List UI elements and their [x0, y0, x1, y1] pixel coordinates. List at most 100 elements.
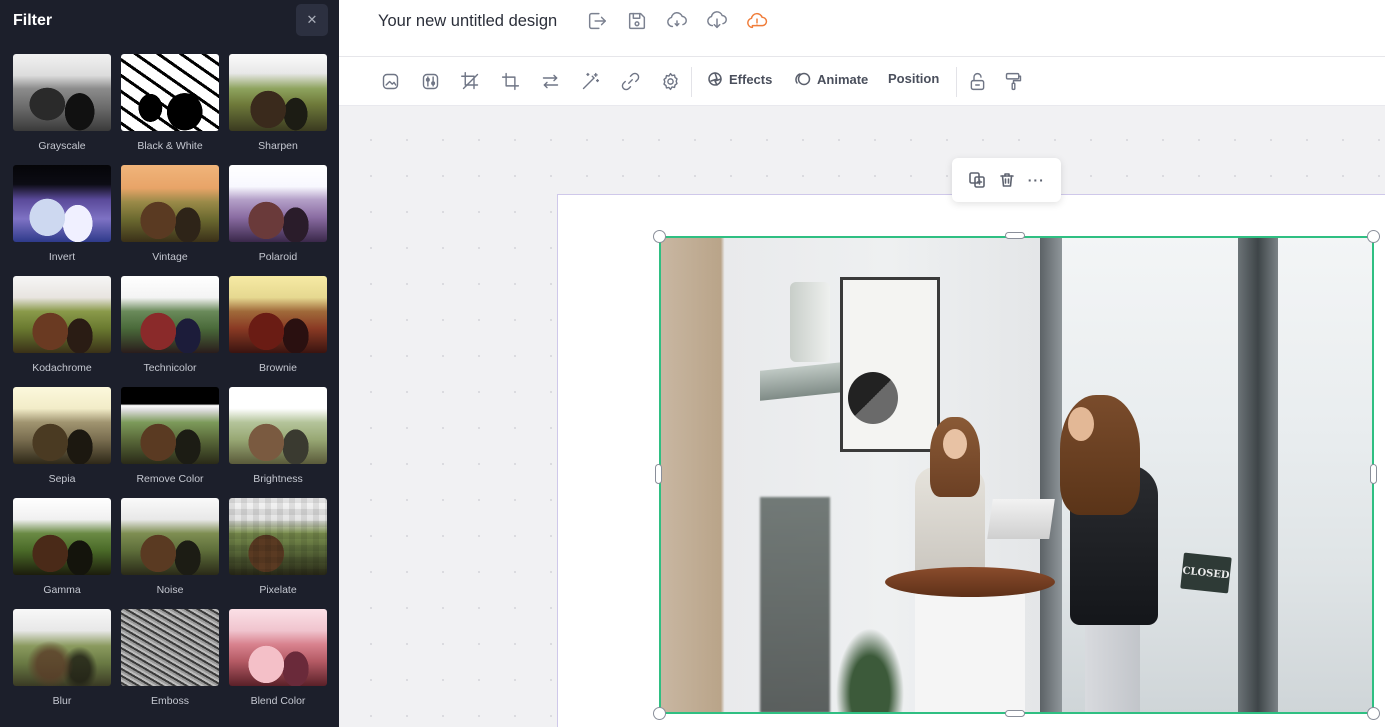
- photo-vase: [790, 282, 830, 362]
- filter-label: Emboss: [151, 695, 189, 707]
- effects-button[interactable]: Effects: [707, 71, 772, 87]
- filter-thumbnail: [121, 609, 219, 686]
- filter-thumbnail: [121, 165, 219, 242]
- filter-brightness[interactable]: Brightness: [229, 387, 327, 498]
- lock-button[interactable]: [965, 69, 989, 93]
- crop-icon: [460, 71, 478, 89]
- position-button[interactable]: Position: [888, 71, 939, 86]
- filter-thumbnail: [121, 498, 219, 575]
- delete-button[interactable]: [996, 169, 1018, 191]
- filter-noise[interactable]: Noise: [121, 498, 219, 609]
- filter-pixelate[interactable]: Pixelate: [229, 498, 327, 609]
- toolbar-divider: [691, 67, 692, 97]
- filter-polaroid[interactable]: Polaroid: [229, 165, 327, 276]
- filter-blur[interactable]: Blur: [13, 609, 111, 720]
- photo-window-frame: [1238, 237, 1278, 713]
- resize-button[interactable]: [498, 69, 522, 93]
- adjust-button[interactable]: [418, 69, 442, 93]
- photo-plant: [830, 617, 910, 713]
- top-header: Your new untitled design: [339, 0, 1385, 57]
- link-button[interactable]: [618, 69, 642, 93]
- crop-button[interactable]: [458, 69, 482, 93]
- filter-emboss[interactable]: Emboss: [121, 609, 219, 720]
- duplicate-icon: [968, 172, 985, 188]
- resize-handle-left[interactable]: [655, 464, 662, 484]
- photo-foreground-blur: [760, 497, 830, 713]
- filter-thumbnail: [13, 276, 111, 353]
- image-toolbar: Effects Animate Position: [339, 57, 1385, 106]
- animate-button[interactable]: Animate: [795, 71, 868, 87]
- toolbar-right-icons: [965, 69, 1025, 93]
- delete-icon: [999, 173, 1014, 187]
- toolbar-icons: [378, 69, 682, 93]
- filter-brownie[interactable]: Brownie: [229, 276, 327, 387]
- filter-vintage[interactable]: Vintage: [121, 165, 219, 276]
- duplicate-button[interactable]: [966, 169, 988, 191]
- filter-label: Gamma: [43, 584, 81, 596]
- resize-handle-bottom-right[interactable]: [1367, 707, 1380, 720]
- export-button[interactable]: [585, 9, 609, 33]
- download-icon: [707, 11, 727, 29]
- filter-technicolor[interactable]: Technicolor: [121, 276, 219, 387]
- download-button[interactable]: [705, 9, 729, 33]
- resize-icon: [501, 72, 519, 90]
- link-icon: [621, 72, 639, 90]
- filter-thumbnail: [13, 165, 111, 242]
- filter-sepia[interactable]: Sepia: [13, 387, 111, 498]
- filter-blend-color[interactable]: Blend Color: [229, 609, 327, 720]
- filter-thumbnail: [229, 54, 327, 131]
- close-panel-button[interactable]: ✕: [296, 4, 328, 36]
- filter-black-white[interactable]: Black & White: [121, 54, 219, 165]
- photo-art-circle: [848, 372, 898, 424]
- document-title[interactable]: Your new untitled design: [378, 12, 557, 31]
- copy-style-button[interactable]: [1001, 69, 1025, 93]
- filter-label: Blend Color: [250, 695, 306, 707]
- magic-wand-icon: [582, 72, 599, 89]
- filter-thumbnail: [13, 609, 111, 686]
- filter-thumbnail: [13, 387, 111, 464]
- resize-handle-top[interactable]: [1005, 232, 1025, 239]
- resize-handle-bottom-left[interactable]: [653, 707, 666, 720]
- filter-label: Black & White: [137, 140, 203, 152]
- filter-label: Technicolor: [143, 362, 197, 374]
- resize-handle-top-right[interactable]: [1367, 230, 1380, 243]
- photo-wall-art: [840, 277, 940, 452]
- toolbar-divider: [956, 67, 957, 97]
- sync-button[interactable]: [665, 9, 689, 33]
- filter-label: Invert: [48, 251, 76, 263]
- canvas-image[interactable]: CLOSED: [660, 237, 1373, 713]
- filter-label: Grayscale: [38, 140, 86, 152]
- flip-button[interactable]: [538, 69, 562, 93]
- cloud-warning-button[interactable]: [745, 9, 769, 33]
- settings-button[interactable]: [658, 69, 682, 93]
- adjust-icon: [422, 73, 438, 89]
- close-icon: ✕: [306, 12, 318, 27]
- filter-grayscale[interactable]: Grayscale: [13, 54, 111, 165]
- photo-register: [987, 499, 1055, 539]
- filter-kodachrome[interactable]: Kodachrome: [13, 276, 111, 387]
- filter-thumbnail: [121, 54, 219, 131]
- resize-handle-bottom[interactable]: [1005, 710, 1025, 717]
- filter-label: Blur: [52, 695, 72, 707]
- element-mini-toolbar: ···: [952, 158, 1061, 202]
- filter-label: Kodachrome: [32, 362, 92, 374]
- filter-gamma[interactable]: Gamma: [13, 498, 111, 609]
- resize-handle-right[interactable]: [1370, 464, 1377, 484]
- filter-sharpen[interactable]: Sharpen: [229, 54, 327, 165]
- photo-person-cashier-face: [943, 429, 967, 459]
- replace-image-button[interactable]: [378, 69, 402, 93]
- resize-handle-top-left[interactable]: [653, 230, 666, 243]
- filter-invert[interactable]: Invert: [13, 165, 111, 276]
- more-options-button[interactable]: ···: [1025, 169, 1047, 191]
- app-root: Filter ✕ Grayscale Black & White Sharpen…: [0, 0, 1385, 727]
- header-actions: [585, 9, 769, 33]
- filter-remove-color[interactable]: Remove Color: [121, 387, 219, 498]
- filter-grid: Grayscale Black & White Sharpen Invert V…: [13, 54, 328, 720]
- save-icon: [628, 12, 646, 30]
- save-button[interactable]: [625, 9, 649, 33]
- magic-wand-button[interactable]: [578, 69, 602, 93]
- position-label: Position: [888, 71, 940, 86]
- paint-roller-icon: [1005, 72, 1021, 90]
- animate-icon: [795, 72, 811, 86]
- filter-label: Brightness: [253, 473, 303, 485]
